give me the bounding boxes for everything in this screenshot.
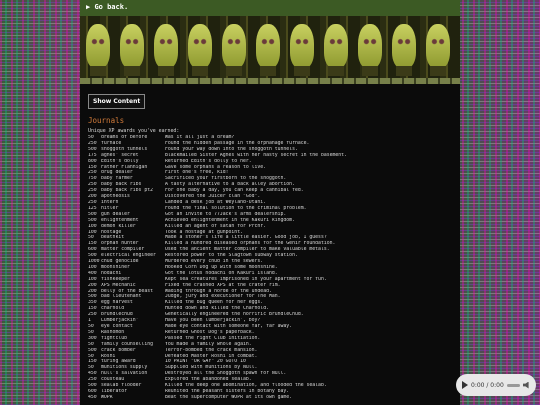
awards-list: 50 dreams of before Was it all just a drea…: [88, 135, 456, 401]
section-title: Journals: [88, 116, 125, 125]
banner-face-image: [188, 24, 212, 76]
show-content-button[interactable]: Show Content: [88, 94, 146, 109]
award-description: Beat the supercomputer WOPR at its own g…: [165, 394, 293, 400]
banner-face-image: [86, 24, 110, 76]
banner-face-image: [358, 24, 382, 76]
go-back-link[interactable]: ▶ Go back.: [86, 3, 128, 11]
banner-face-image: [256, 24, 280, 76]
header-banner: [80, 16, 460, 84]
award-xp: 450: [88, 394, 97, 400]
go-back-label: Go back.: [94, 3, 129, 11]
banner-face-image: [392, 24, 416, 76]
banner-face-image: [324, 24, 348, 76]
awards-intro: Unique XP awards you've earned:: [88, 128, 180, 134]
award-name: WOPR: [101, 394, 113, 400]
media-player: 0:00 / 0:00: [456, 374, 536, 396]
banner-face-image: [154, 24, 178, 76]
top-nav-bar: ▶ Go back.: [80, 0, 460, 17]
play-icon[interactable]: [462, 381, 468, 389]
content-panel: Show Content Journals Unique XP awards y…: [80, 84, 460, 405]
banner-face-image: [222, 24, 246, 76]
banner-face-image: [290, 24, 314, 76]
award-row: 450 WOPR Beat the supercomputer WOPR at it…: [88, 395, 456, 401]
volume-icon[interactable]: [523, 381, 529, 389]
seek-bar[interactable]: [506, 383, 520, 387]
media-time: 0:00 / 0:00: [471, 381, 504, 389]
banner-face-image: [426, 24, 450, 76]
banner-face-image: [120, 24, 144, 76]
